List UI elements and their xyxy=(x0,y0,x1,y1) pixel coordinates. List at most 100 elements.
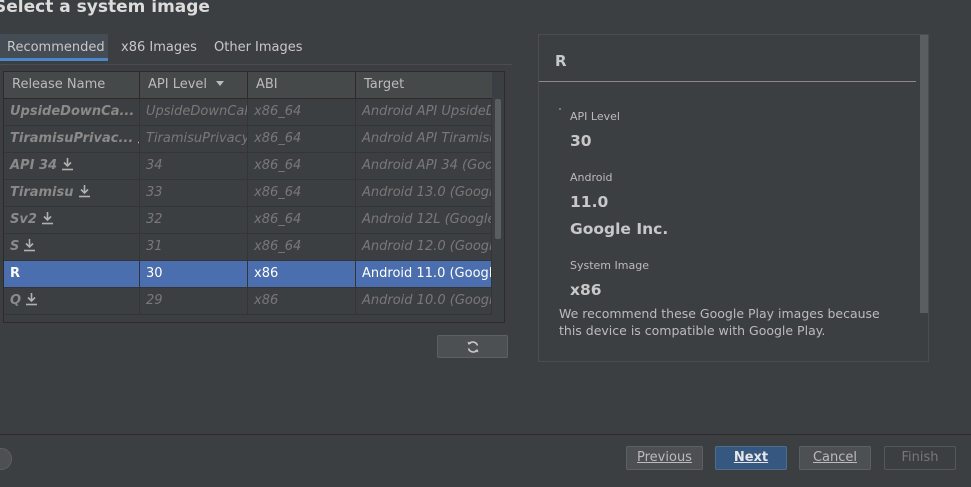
cell-target-text: Android API TiramisuPrivacySandbox xyxy=(362,131,491,146)
download-icon[interactable] xyxy=(23,238,36,252)
cell-target: Android 12L (Google APIs) xyxy=(356,207,492,233)
finish-button[interactable]: Finish xyxy=(884,446,956,470)
table-row[interactable]: UpsideDownCa... UpsideDownCake x86_64 Andro… xyxy=(4,99,492,126)
cell-abi-text: x86 xyxy=(254,293,279,308)
api-level-label: API Level xyxy=(570,110,620,123)
cell-target-text: Android API UpsideDownCake xyxy=(362,104,492,119)
cell-name: R xyxy=(4,261,140,287)
cell-target-text: Android 12L (Google APIs) xyxy=(362,212,492,227)
cell-api: 31 xyxy=(140,234,248,260)
cell-name-text: S xyxy=(10,239,20,254)
column-header-api-level[interactable]: API Level xyxy=(140,72,248,98)
previous-button[interactable]: Previous xyxy=(626,446,703,470)
cell-api: UpsideDownCake xyxy=(140,99,248,125)
api-level-value: 30 xyxy=(570,132,592,150)
cell-target: Android API TiramisuPrivacySandbox xyxy=(356,126,492,152)
cell-api: 29 xyxy=(140,288,248,314)
cell-target-text: Android 11.0 (Google Play) xyxy=(362,266,491,281)
tab-other-images[interactable]: Other Images xyxy=(214,34,303,62)
system-image-label: System Image xyxy=(570,259,649,272)
details-divider xyxy=(539,81,916,82)
download-icon[interactable] xyxy=(25,292,38,306)
cell-abi-text: x86_64 xyxy=(254,185,302,200)
cell-name: Tiramisu xyxy=(4,180,140,206)
details-title: R xyxy=(555,52,567,70)
cell-target: Android 13.0 (Google APIs) xyxy=(356,180,492,206)
android-label: Android xyxy=(570,171,613,184)
cell-api: 34 xyxy=(140,153,248,179)
cell-target: Android 12.0 (Google APIs) xyxy=(356,234,492,260)
image-tabs: Recommended x86 Images Other Images xyxy=(0,34,512,65)
cell-abi-text: x86_64 xyxy=(254,239,302,254)
download-icon[interactable] xyxy=(41,211,54,225)
table-row[interactable]: TiramisuPrivac... TiramisuPrivacySandbox x… xyxy=(4,126,492,153)
details-scrollbar[interactable] xyxy=(920,35,928,313)
cell-api: 30 xyxy=(140,261,248,287)
table-row[interactable]: Sv2 32 x86_64 Android 12L (Google APIs) xyxy=(4,207,492,234)
cell-api: 33 xyxy=(140,180,248,206)
cell-name-text: API 34 xyxy=(10,158,58,173)
tab-recommended[interactable]: Recommended xyxy=(0,34,108,61)
column-header-release-name[interactable]: Release Name xyxy=(4,72,140,98)
android-version-value: 11.0 xyxy=(570,193,609,211)
table-row[interactable]: API 34 34 x86_64 Android API 34 (Google API… xyxy=(4,153,492,180)
cell-abi: x86 xyxy=(248,261,356,287)
cell-abi: x86_64 xyxy=(248,207,356,233)
download-icon[interactable] xyxy=(78,184,91,198)
table-scrollbar-thumb[interactable] xyxy=(495,99,501,239)
cell-abi: x86_64 xyxy=(248,180,356,206)
cell-name: API 34 xyxy=(4,153,140,179)
table-row[interactable]: Q 29 x86 Android 10.0 (Google APIs) xyxy=(4,288,492,315)
cell-target-text: Android API 34 (Google APIs) xyxy=(362,158,491,173)
cell-target: Android 11.0 (Google Play) xyxy=(356,261,492,287)
cell-api-text: 30 xyxy=(146,266,163,281)
cell-abi: x86_64 xyxy=(248,99,356,125)
cancel-button[interactable]: Cancel xyxy=(799,446,871,470)
cell-abi-text: x86_64 xyxy=(254,131,302,146)
tab-x86-images[interactable]: x86 Images xyxy=(121,34,197,62)
column-header-abi[interactable]: ABI xyxy=(248,72,356,98)
cell-name-text: R xyxy=(10,266,21,281)
recommendation-note: We recommend these Google Play images be… xyxy=(559,306,880,338)
column-header-api-level-label: API Level xyxy=(148,77,208,92)
cell-target: Android API UpsideDownCake xyxy=(356,99,492,125)
table-row[interactable]: Tiramisu 33 x86_64 Android 13.0 (Google API… xyxy=(4,180,492,207)
cell-name: TiramisuPrivac... xyxy=(4,126,140,152)
cell-abi-text: x86_64 xyxy=(254,212,302,227)
column-header-target[interactable]: Target xyxy=(356,72,492,98)
details-panel: R API Level 30 Android 11.0 Google Inc. … xyxy=(538,34,929,362)
system-image-value: x86 xyxy=(570,281,602,299)
cell-abi-text: x86_64 xyxy=(254,104,302,119)
refresh-icon xyxy=(467,340,478,353)
refresh-button[interactable] xyxy=(437,335,508,358)
sort-desc-icon xyxy=(216,81,225,86)
cell-abi: x86 xyxy=(248,288,356,314)
dialog-title: Select a system image xyxy=(0,0,210,17)
download-icon[interactable] xyxy=(61,157,74,171)
cell-name-text: TiramisuPrivac... xyxy=(10,131,134,146)
cell-target-text: Android 10.0 (Google APIs) xyxy=(362,293,491,308)
cell-name: UpsideDownCa... xyxy=(4,99,140,125)
cell-name-text: Sv2 xyxy=(10,212,37,227)
next-button[interactable]: Next xyxy=(715,446,787,470)
cell-api-text: 32 xyxy=(146,212,163,227)
cell-target: Android API 34 (Google APIs) xyxy=(356,153,492,179)
cell-target-text: Android 13.0 (Google APIs) xyxy=(362,185,491,200)
cell-api: 32 xyxy=(140,207,248,233)
table-row[interactable]: R 30 x86 Android 11.0 (Google Play) xyxy=(4,261,492,288)
cell-abi-text: x86 xyxy=(254,266,279,281)
cell-name-text: UpsideDownCa... xyxy=(10,104,135,119)
cell-name: Q xyxy=(4,288,140,314)
cell-api: TiramisuPrivacySandbox xyxy=(140,126,248,152)
vendor-value: Google Inc. xyxy=(570,220,669,238)
cell-abi: x86_64 xyxy=(248,126,356,152)
system-image-table: Release Name API Level ABI Target Upside… xyxy=(3,71,505,323)
cell-api-text: UpsideDownCake xyxy=(146,104,247,119)
cell-target-text: Android 12.0 (Google APIs) xyxy=(362,239,491,254)
cell-name: S xyxy=(4,234,140,260)
table-header: Release Name API Level ABI Target xyxy=(4,72,492,99)
cell-abi: x86_64 xyxy=(248,234,356,260)
table-row[interactable]: S 31 x86_64 Android 12.0 (Google APIs) xyxy=(4,234,492,261)
cell-name-text: Tiramisu xyxy=(10,185,74,200)
cell-api-text: 31 xyxy=(146,239,163,254)
